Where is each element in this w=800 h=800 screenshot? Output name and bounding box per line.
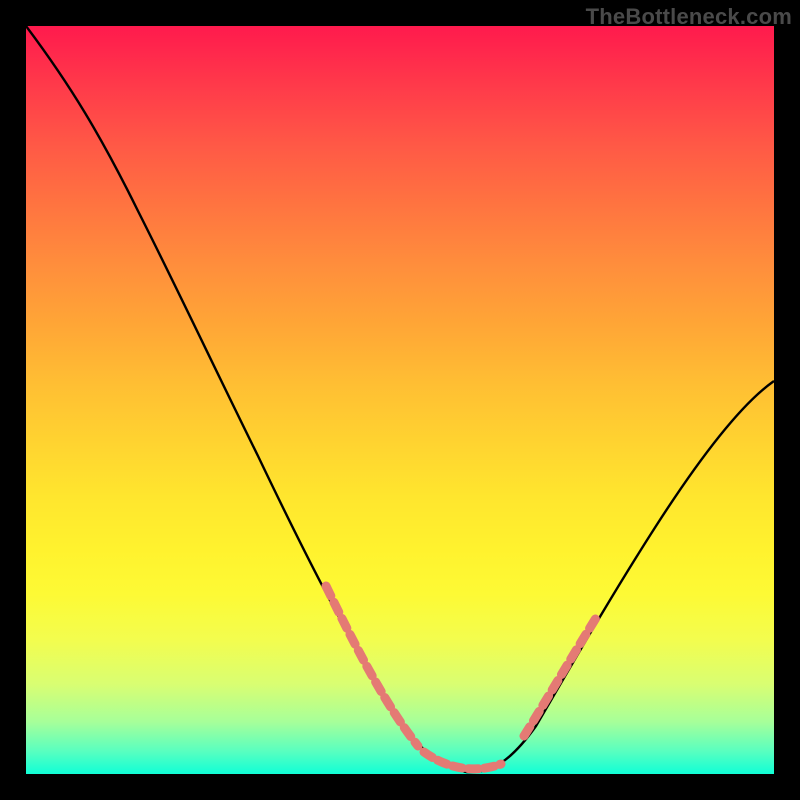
curve-svg <box>26 26 774 774</box>
chart-frame: TheBottleneck.com <box>0 0 800 800</box>
highlight-group-right <box>524 618 596 736</box>
watermark-text: TheBottleneck.com <box>586 4 792 30</box>
highlight-group-bottom <box>424 752 501 769</box>
bottleneck-curve <box>26 26 774 772</box>
plot-area <box>26 26 774 774</box>
highlight-group-left <box>326 586 418 746</box>
